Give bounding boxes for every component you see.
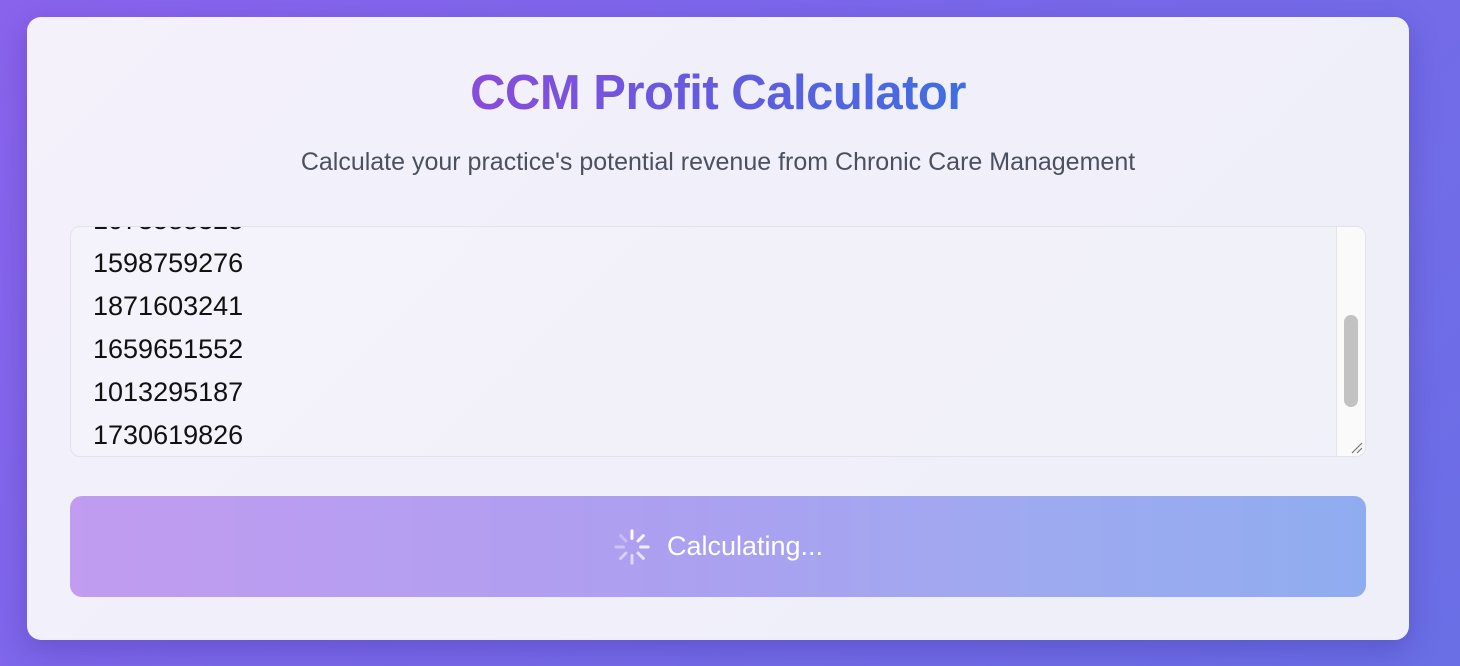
- page-subtitle: Calculate your practice's potential reve…: [300, 148, 1136, 176]
- npi-textarea-content[interactable]: 1073588328 1598759276 1871603241 1659651…: [93, 227, 244, 456]
- npi-line: 1013295187: [93, 377, 244, 407]
- calculator-card: CCM Profit Calculator Calculate your pra…: [27, 17, 1409, 640]
- textarea-scrollbar[interactable]: [1336, 227, 1365, 456]
- npi-line: 1871603241: [93, 291, 244, 321]
- npi-line: 1730619826: [93, 420, 244, 450]
- page-title: CCM Profit Calculator: [27, 63, 1409, 123]
- npi-line: 1659651552: [93, 334, 244, 364]
- npi-line: 1073588328: [93, 227, 243, 242]
- calculate-button-label: Calculating...: [666, 531, 824, 561]
- resize-grip-icon[interactable]: [1349, 440, 1363, 454]
- npi-line: 1598759276: [93, 248, 244, 278]
- page-title-text: CCM Profit Calculator: [470, 66, 966, 120]
- npi-textarea[interactable]: 1073588328 1598759276 1871603241 1659651…: [70, 226, 1366, 457]
- scrollbar-thumb[interactable]: [1344, 315, 1358, 407]
- calculate-button[interactable]: Calculating...: [70, 496, 1366, 597]
- spinner-icon: [614, 528, 650, 565]
